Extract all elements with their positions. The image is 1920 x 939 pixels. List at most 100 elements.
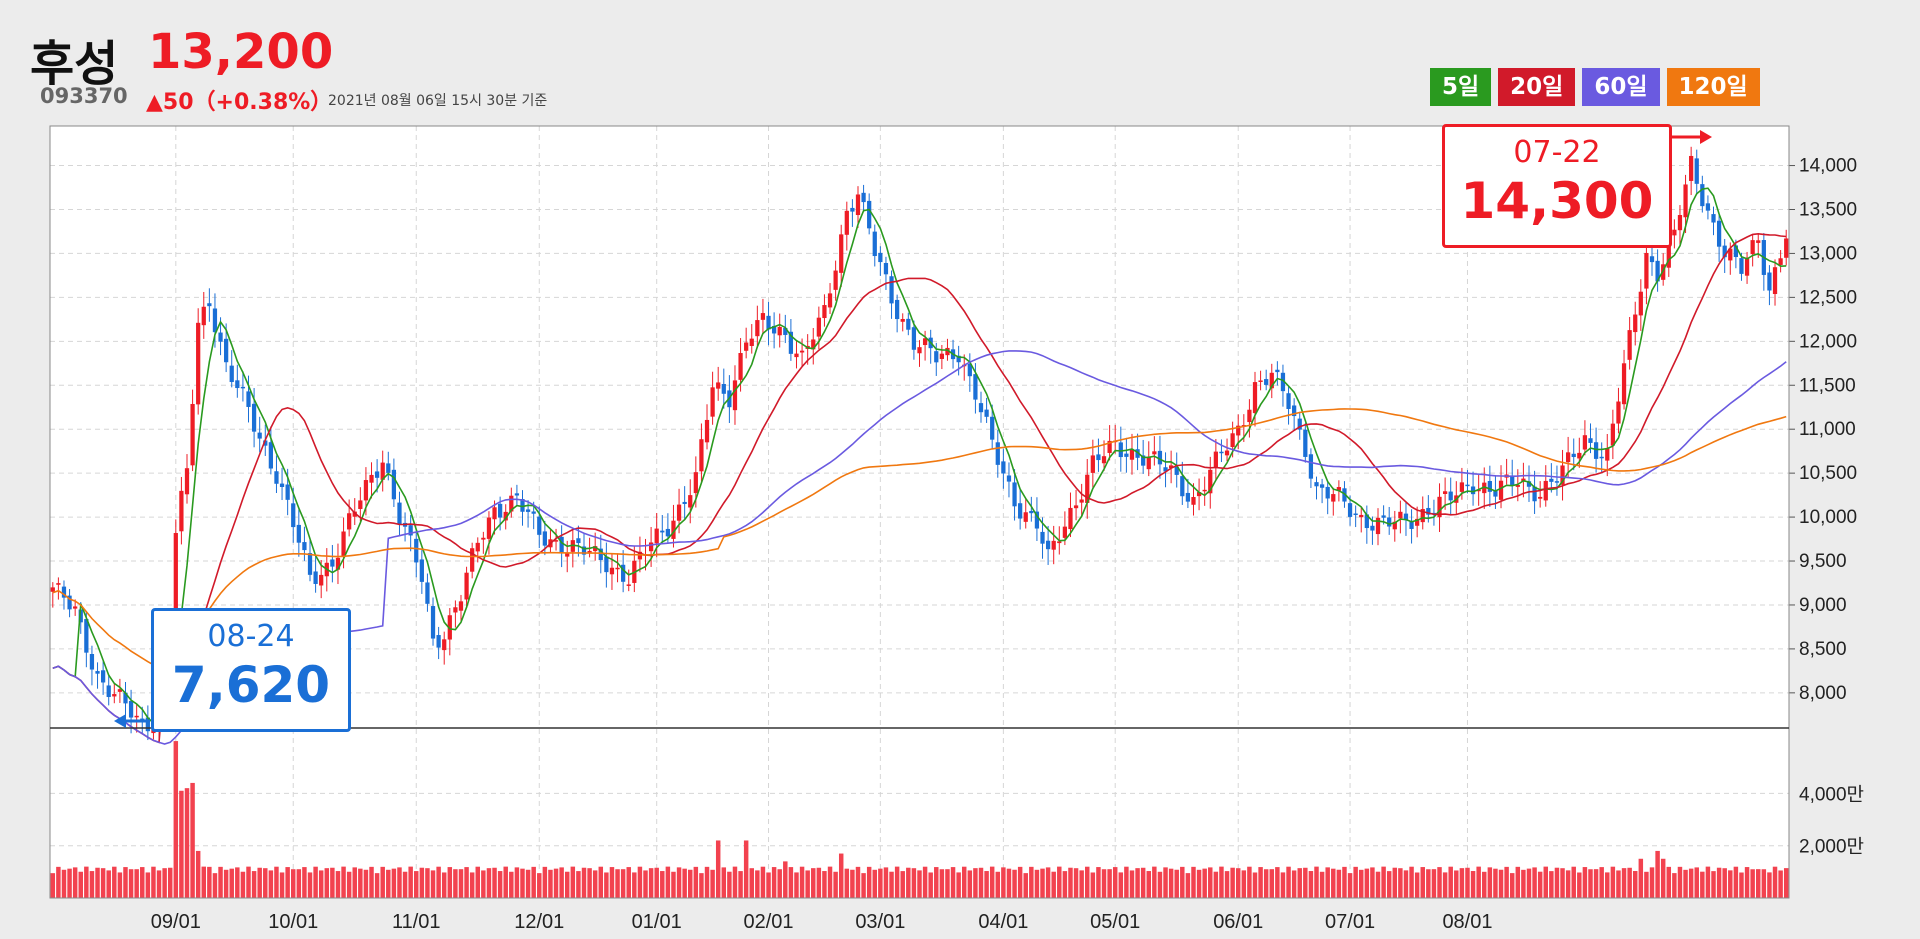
volume-bar (799, 866, 805, 898)
volume-bar (676, 867, 682, 898)
volume-bar (117, 872, 123, 898)
volume-bar (576, 871, 581, 898)
volume-bar (1017, 866, 1023, 898)
volume-bar (1319, 871, 1325, 898)
candle-body (688, 495, 693, 508)
candle-body (492, 507, 497, 520)
candle-body (1264, 379, 1269, 385)
volume-bar (760, 866, 766, 898)
candle-body (279, 483, 285, 487)
candle-body (184, 468, 190, 495)
volume-bar (1001, 867, 1006, 898)
volume-bar (883, 867, 889, 898)
volume-bar (218, 866, 223, 898)
candle-body (721, 383, 726, 394)
volume-bar (436, 866, 441, 898)
candle-body (274, 471, 279, 484)
candle-body (973, 374, 978, 400)
candle-body (1012, 482, 1017, 507)
candle-body (397, 502, 402, 525)
candle-body (347, 513, 352, 530)
candle-body (1672, 229, 1677, 236)
volume-bar (1537, 871, 1543, 898)
volume-bar (989, 866, 995, 898)
candle-body (1571, 453, 1576, 458)
volume-bar (1599, 867, 1604, 898)
candle-body (235, 380, 240, 389)
volume-bar (1079, 870, 1084, 898)
volume-bar (1549, 871, 1554, 898)
candle-body (1694, 158, 1699, 184)
candle-body (1252, 382, 1258, 414)
candle-body (1387, 517, 1392, 527)
volume-bar (1616, 870, 1621, 898)
volume-bar (1073, 868, 1079, 898)
candle-body (319, 574, 324, 586)
volume-bar (1364, 868, 1370, 898)
volume-bar (587, 868, 592, 898)
candle-body (794, 353, 799, 358)
volume-bar (61, 869, 67, 898)
volume-bar (274, 866, 279, 898)
volume-bar (1051, 871, 1056, 898)
volume-bar (140, 867, 145, 898)
candle-body (374, 471, 380, 478)
volume-bar (497, 871, 503, 898)
volume-bar (727, 871, 732, 898)
volume-bar (464, 867, 469, 898)
candle-body (1202, 489, 1207, 492)
volume-bar (1465, 867, 1470, 898)
price-tick-label: 13,000 (1799, 243, 1857, 264)
volume-bar (811, 868, 816, 898)
candle-body (1716, 220, 1722, 247)
volume-bar (1722, 868, 1727, 898)
volume-bar (710, 869, 715, 898)
volume-bar (1280, 872, 1286, 898)
volume-bar (246, 866, 251, 898)
candle-body (100, 670, 106, 683)
candle-body (542, 531, 547, 546)
candle-body (1191, 497, 1196, 505)
candle-body (1621, 363, 1627, 405)
volume-bar (632, 872, 637, 898)
candle-body (900, 318, 905, 322)
volume-bar (369, 866, 374, 898)
volume-bar (648, 868, 654, 898)
candle-body (1381, 515, 1386, 518)
candle-body (307, 553, 313, 575)
candle-body (1543, 480, 1548, 501)
volume-bar (553, 868, 559, 898)
volume-bar (950, 867, 956, 898)
candle-body (1442, 491, 1448, 494)
volume-bar (190, 782, 195, 898)
volume-bar (425, 868, 430, 898)
volume-bar (1772, 866, 1778, 898)
candle-body (224, 338, 229, 363)
volume-bar (251, 871, 257, 898)
candle-body (112, 694, 117, 697)
volume-bar (1090, 872, 1096, 898)
candle-body (744, 342, 749, 351)
volume-bar (1728, 870, 1733, 898)
candle-body (1129, 449, 1135, 460)
candle-body (95, 671, 100, 674)
volume-bar (1582, 867, 1588, 898)
candle-body (106, 685, 111, 698)
volume-bar (1666, 866, 1672, 898)
candle-body (1029, 510, 1034, 514)
candle-body (984, 409, 989, 417)
volume-bar (162, 868, 167, 898)
candle-body (1068, 507, 1073, 530)
candle-body (1359, 514, 1364, 518)
volume-bar (201, 866, 207, 898)
volume-bar (1588, 869, 1593, 898)
candle-body (799, 350, 805, 353)
price-tick-label: 9,500 (1799, 551, 1847, 572)
candle-body (1549, 478, 1554, 482)
volume-bar (296, 869, 302, 898)
volume-bar (900, 871, 905, 898)
volume-bar (184, 788, 190, 898)
candle-body (1213, 451, 1218, 468)
volume-bar (850, 869, 855, 898)
volume-bar (112, 866, 117, 898)
